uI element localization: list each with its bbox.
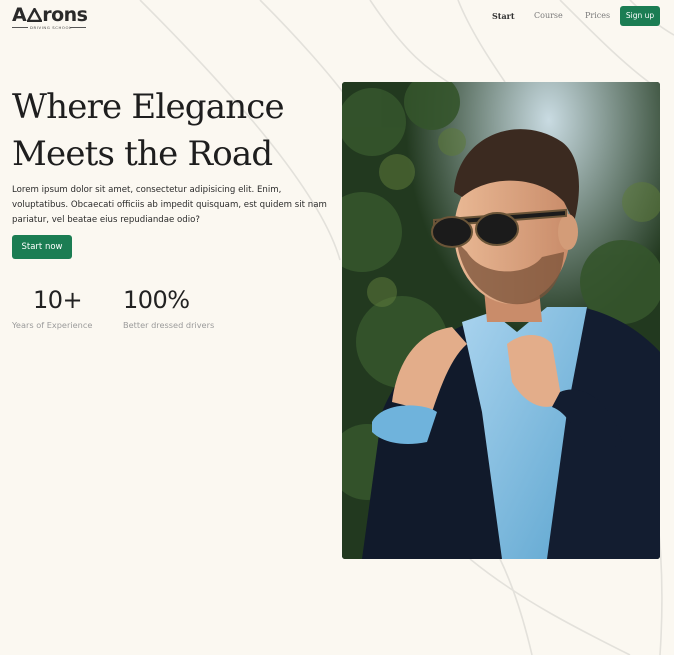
hero-description: Lorem ipsum dolor sit amet, consectetur … [12, 185, 327, 225]
nav-course[interactable]: Course [534, 11, 563, 21]
hero-photo [342, 82, 660, 559]
page-title: Where Elegance Meets the Road [12, 84, 342, 178]
signup-button[interactable]: Sign up [620, 6, 660, 26]
stat-experience-label: Years of Experience [12, 320, 93, 330]
nav-start[interactable]: Start [492, 11, 515, 21]
logo-letter-a: A [12, 4, 27, 26]
logo-letters-rest: rons [42, 4, 88, 26]
stat-drivers-label: Better dressed drivers [123, 320, 215, 330]
title-line-1: Where Elegance [12, 87, 285, 127]
triangle-icon [27, 8, 43, 22]
logo[interactable]: Arons DRIVING SCHOOL [12, 4, 92, 30]
start-now-button[interactable]: Start now [12, 235, 72, 259]
logo-divider-left [12, 27, 28, 28]
title-line-2: Meets the Road [12, 134, 273, 174]
stat-experience-value: 10+ [33, 286, 83, 314]
logo-divider-right [70, 27, 86, 28]
stat-drivers-value: 100% [123, 286, 190, 314]
logo-wordmark: Arons [12, 4, 88, 26]
nav-prices[interactable]: Prices [585, 11, 610, 21]
logo-tagline: DRIVING SCHOOL [30, 25, 72, 30]
